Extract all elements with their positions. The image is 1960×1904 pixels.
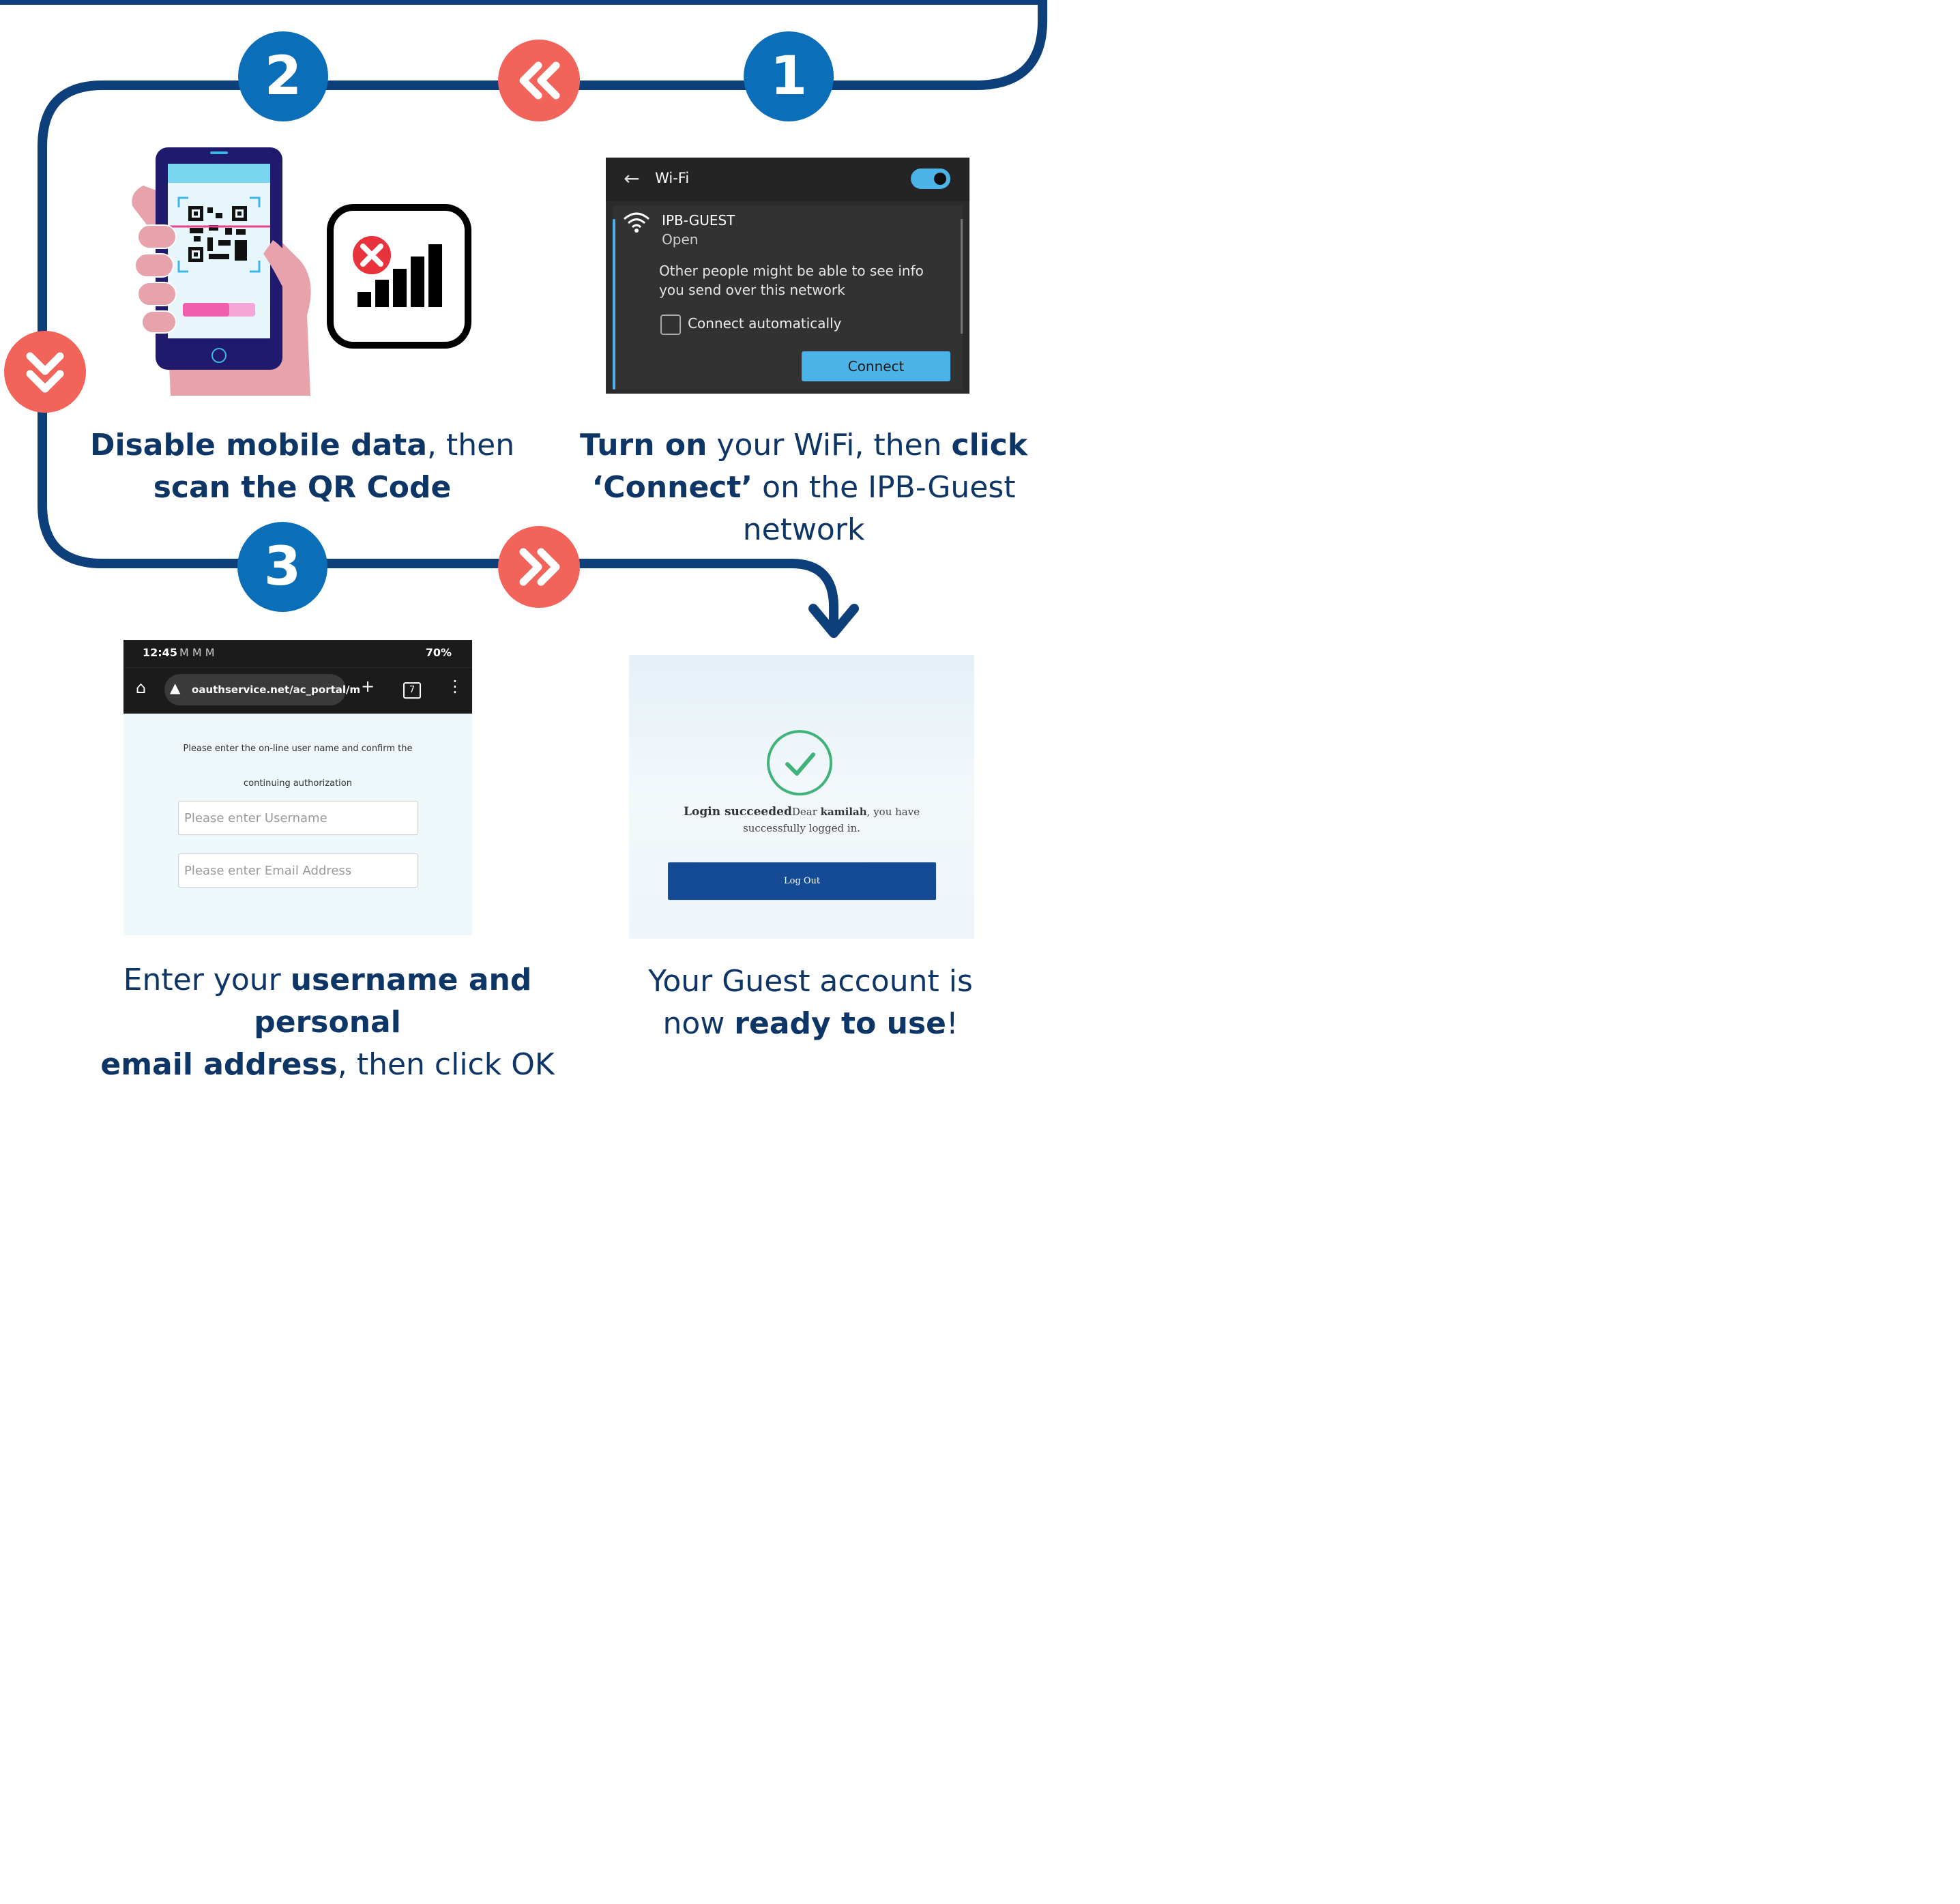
menu-dots-icon[interactable]: ⋮ bbox=[447, 677, 463, 696]
portal-instruction-2: continuing authorization bbox=[244, 778, 352, 789]
step-2-caption: Disable mobile data, then scan the QR Co… bbox=[89, 424, 516, 509]
logout-button[interactable]: Log Out bbox=[668, 862, 937, 900]
caption-text: your WiFi, then bbox=[707, 428, 952, 463]
tabs-count[interactable]: 7 bbox=[403, 682, 422, 699]
caption-text: Your Guest account is bbox=[648, 964, 973, 999]
mail-icons: M M M bbox=[179, 646, 215, 660]
wifi-panel-title: Wi-Fi bbox=[655, 170, 690, 187]
step-badge-3: 3 bbox=[237, 522, 328, 613]
chevron-down-double-icon bbox=[4, 331, 87, 413]
wifi-toggle[interactable] bbox=[911, 169, 951, 190]
caption-bold: Turn on bbox=[580, 428, 707, 463]
email-input[interactable]: Please enter Email Address bbox=[178, 853, 419, 888]
security-warning: Other people might be able to see info y… bbox=[659, 263, 924, 299]
connect-automatically-label: Connect automatically bbox=[688, 315, 842, 332]
scrollbar[interactable] bbox=[961, 219, 963, 334]
caption-text: , then click OK bbox=[337, 1047, 555, 1083]
caption-text: Enter your bbox=[123, 963, 291, 998]
url-text: oauthservice.net/ac_portal/m bbox=[192, 684, 361, 697]
caption-bold: Disable mobile data bbox=[89, 428, 428, 463]
caption-text: ! bbox=[946, 1006, 959, 1042]
browser-url-bar: ⌂ ▲ oauthservice.net/ac_portal/m + 7 ⋮ bbox=[123, 667, 473, 714]
wifi-signal-icon bbox=[624, 212, 650, 233]
step-badge-2: 2 bbox=[238, 31, 329, 122]
chevron-left-double-icon bbox=[498, 40, 581, 122]
step-3-caption: Enter your username and personal email a… bbox=[61, 959, 594, 1086]
phone-qr-scan-icon bbox=[132, 147, 311, 396]
message-text: Dear bbox=[791, 806, 821, 819]
caption-bold: email address bbox=[100, 1047, 338, 1083]
success-check-icon bbox=[767, 730, 833, 796]
step-badge-1: 1 bbox=[744, 31, 834, 122]
network-name: IPB-GUEST bbox=[662, 212, 735, 229]
captive-portal-screen: 12:45 M M M 70% ⌂ ▲ oauthservice.net/ac_… bbox=[123, 640, 473, 936]
no-mobile-data-icon bbox=[327, 204, 472, 349]
caption-text: on the IPB-Guest network bbox=[742, 470, 1016, 548]
message-text: , you have bbox=[866, 806, 920, 819]
network-status: Open bbox=[662, 231, 699, 248]
caption-bold: ready to use bbox=[734, 1006, 947, 1042]
success-title: Login succeeded bbox=[684, 805, 792, 819]
message-line-2: successfully logged in. bbox=[743, 822, 861, 835]
caption-bold: click bbox=[951, 428, 1028, 463]
user-name: kamilah bbox=[820, 806, 867, 819]
caption-text: now bbox=[662, 1006, 735, 1042]
step-1-caption: Turn on your WiFi, then click ‘Connect’ … bbox=[539, 424, 1068, 551]
username-input[interactable]: Please enter Username bbox=[178, 801, 419, 836]
caption-text: , then bbox=[427, 428, 515, 463]
infographic: 1 2 3 ← Wi-Fi IPB-GUEST Open Other peopl… bbox=[0, 0, 1070, 1082]
caption-bold: username and personal bbox=[254, 963, 532, 1040]
selection-accent bbox=[613, 219, 616, 390]
login-success-screen: Login succeededDear kamilah, you have su… bbox=[629, 655, 975, 939]
caption-bold: ‘Connect’ bbox=[591, 470, 753, 506]
connect-automatically-checkbox[interactable] bbox=[660, 314, 682, 336]
status-time: 12:45 bbox=[143, 646, 177, 660]
wifi-panel: ← Wi-Fi IPB-GUEST Open Other people migh… bbox=[606, 158, 970, 394]
step-4-caption: Your Guest account is now ready to use! bbox=[628, 961, 993, 1045]
warning-icon: ▲ bbox=[170, 679, 181, 697]
portal-instruction-1: Please enter the on-line user name and c… bbox=[183, 744, 413, 755]
caption-bold: scan the QR Code bbox=[153, 470, 452, 506]
new-tab-icon[interactable]: + bbox=[361, 677, 375, 696]
home-icon[interactable]: ⌂ bbox=[136, 678, 146, 697]
battery-level: 70% bbox=[425, 646, 452, 660]
back-arrow-icon[interactable]: ← bbox=[624, 167, 639, 190]
phone-status-bar: 12:45 M M M 70% bbox=[123, 640, 473, 668]
connect-button[interactable]: Connect bbox=[802, 351, 951, 382]
success-message: Login succeededDear kamilah, you have su… bbox=[629, 804, 974, 836]
